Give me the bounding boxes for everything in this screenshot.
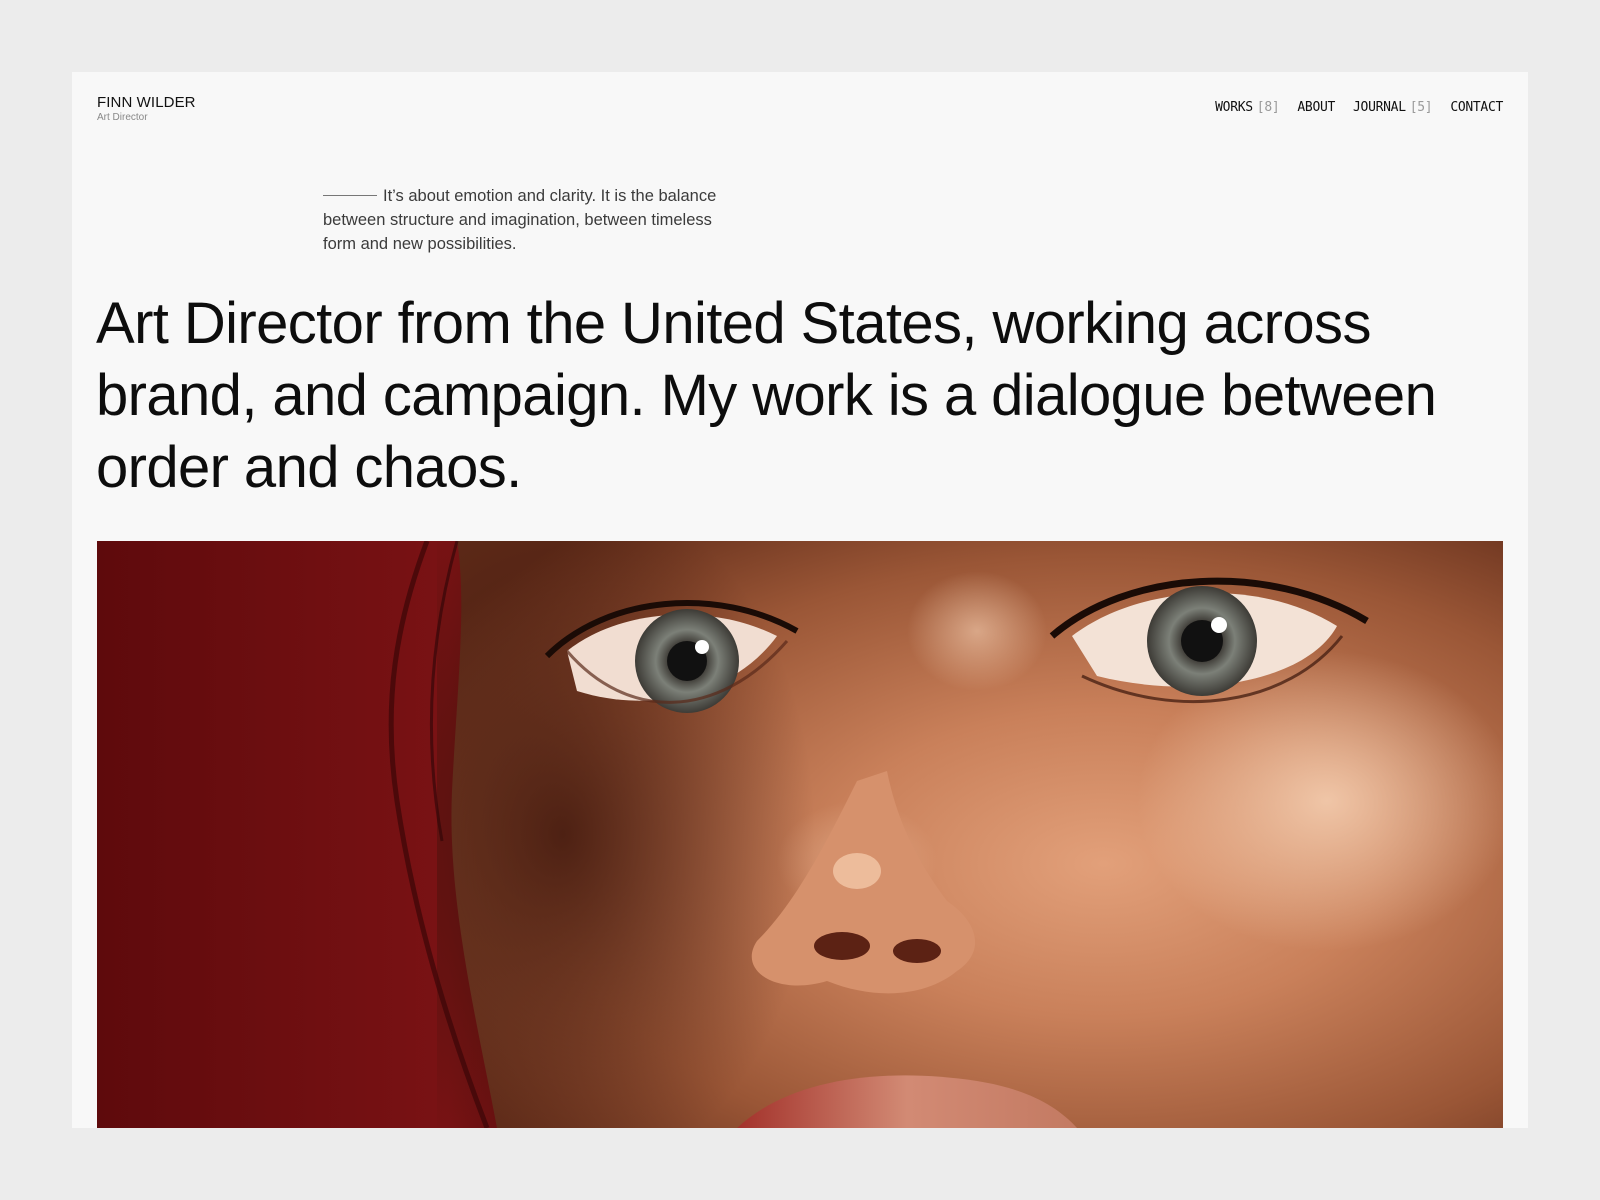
nav-item-contact[interactable]: CONTACT — [1450, 100, 1503, 115]
brand-logo[interactable]: FINN WILDER Art Director — [97, 94, 196, 124]
brand-role: Art Director — [97, 112, 148, 123]
hero-portrait-image — [97, 541, 1503, 1128]
nav-item-about[interactable]: ABOUT — [1297, 100, 1335, 115]
intro-paragraph: It’s about emotion and clarity. It is th… — [323, 184, 723, 256]
nav-label: CONTACT — [1450, 100, 1503, 115]
intro-text: It’s about emotion and clarity. It is th… — [323, 187, 717, 253]
nav-item-works[interactable]: WORKS [8] — [1215, 100, 1280, 115]
portrait-illustration — [97, 541, 1503, 1128]
nav-count: [5] — [1409, 100, 1433, 115]
site-frame: FINN WILDER Art Director WORKS [8] ABOUT … — [72, 72, 1528, 1128]
nav-count: [8] — [1256, 100, 1280, 115]
main-nav: WORKS [8] ABOUT JOURNAL [5] CONTACT — [1215, 100, 1503, 115]
intro-divider-line — [323, 194, 377, 196]
page-canvas: FINN WILDER Art Director WORKS [8] ABOUT … — [0, 0, 1600, 1200]
nav-label: WORKS — [1215, 100, 1253, 115]
nav-item-journal[interactable]: JOURNAL [5] — [1353, 100, 1433, 115]
hero-headline: Art Director from the United States, wor… — [96, 291, 1437, 500]
brand-name[interactable]: FINN WILDER — [97, 94, 196, 112]
nav-label: ABOUT — [1297, 100, 1336, 115]
nav-label: JOURNAL — [1353, 100, 1406, 115]
